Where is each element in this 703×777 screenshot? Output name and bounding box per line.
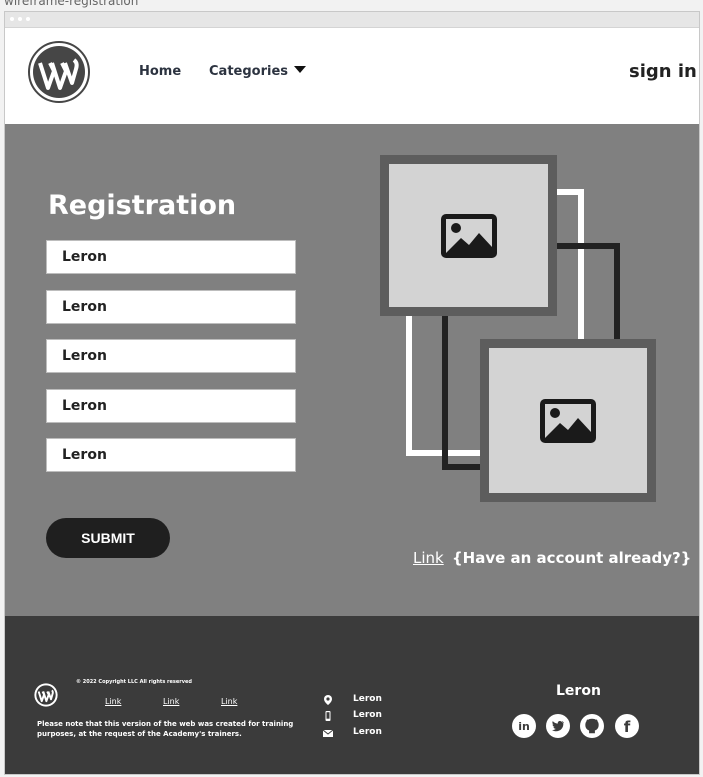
contact-email-text: Leron — [353, 727, 382, 737]
contact-phone-text: Leron — [353, 710, 382, 720]
account-prompt: {Have an account already?} — [452, 549, 692, 567]
sign-in-link[interactable]: sign in — [629, 61, 697, 82]
footer-link-1[interactable]: Link — [105, 697, 121, 706]
window-dot — [10, 17, 14, 21]
submit-button[interactable]: SUBMIT — [46, 518, 170, 558]
twitter-icon[interactable] — [546, 714, 570, 738]
mobile-phone-icon — [325, 711, 331, 721]
image-icon — [441, 214, 497, 258]
registration-title: Registration — [48, 190, 237, 221]
image-placeholder-2 — [480, 339, 656, 502]
registration-section: Registration SUBMIT Link — [5, 124, 699, 616]
image-icon — [540, 399, 596, 443]
browser-frame: Home Categories sign in Registration SUB… — [4, 11, 700, 775]
window-dot — [18, 17, 22, 21]
window-dot — [26, 17, 30, 21]
registration-field-4[interactable] — [46, 389, 296, 423]
window-chrome — [5, 12, 699, 28]
wordpress-logo-icon[interactable] — [28, 41, 90, 103]
contact-location-text: Leron — [353, 694, 382, 704]
site-header: Home Categories sign in — [5, 28, 699, 124]
registration-field-2[interactable] — [46, 290, 296, 324]
copyright-text: © 2022 Copyright LLC All rights reserved — [76, 679, 192, 685]
envelope-icon — [323, 729, 333, 737]
image-placeholder-1 — [380, 155, 557, 316]
footer-brand: Leron — [556, 683, 601, 699]
location-pin-icon — [324, 695, 332, 705]
caret-down-icon — [294, 66, 307, 73]
registration-field-3[interactable] — [46, 339, 296, 373]
svg-text:in: in — [518, 720, 530, 733]
nav-home[interactable]: Home — [139, 64, 181, 79]
nav-categories[interactable]: Categories — [209, 64, 307, 79]
site-footer: © 2022 Copyright LLC All rights reserved… — [5, 616, 699, 774]
wordpress-logo-icon[interactable] — [34, 683, 58, 707]
footer-link-3[interactable]: Link — [221, 697, 237, 706]
sign-in-link-secondary[interactable]: Link — [413, 549, 444, 567]
training-note: Please note that this version of the web… — [37, 720, 294, 738]
linkedin-icon[interactable]: in — [512, 714, 536, 738]
page-label: wireframe-registration — [4, 0, 139, 8]
facebook-icon[interactable]: f — [615, 714, 639, 738]
svg-text:f: f — [624, 718, 631, 736]
registration-field-1[interactable] — [46, 240, 296, 274]
nav-categories-label: Categories — [209, 64, 289, 79]
github-icon[interactable] — [580, 714, 604, 738]
footer-link-2[interactable]: Link — [163, 697, 179, 706]
registration-field-5[interactable] — [46, 438, 296, 472]
